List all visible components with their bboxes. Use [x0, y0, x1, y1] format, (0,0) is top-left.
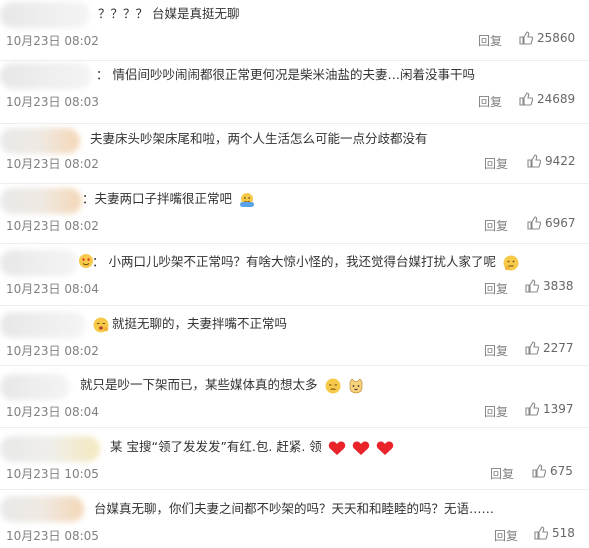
- comment-item: ？？？？ 台媒是真挺无聊 10月23日 08:02 回复 25860: [0, 0, 589, 61]
- reply-button[interactable]: 回复: [490, 465, 514, 482]
- comment-time: 10月23日 08:02: [6, 344, 99, 358]
- comment-text-content: 就只是吵一下架而已，某些媒体真的想太多: [80, 377, 318, 392]
- comment-text-content: 就挺无聊的，夫妻拌嘴不正常吗: [112, 316, 288, 331]
- hug-emoji-icon: [240, 192, 254, 207]
- thumbs-up-icon: [525, 279, 539, 293]
- blurred-username: [0, 312, 86, 338]
- comment-text: 某 宝搜“领了发发发”有红.包. 赶紧. 领: [110, 438, 394, 456]
- comment-list: ？？？？ 台媒是真挺无聊 10月23日 08:02 回复 25860 ： 情侣间…: [0, 0, 589, 548]
- comment-text-content: 某 宝搜“领了发发发”有红.包. 赶紧. 领: [110, 439, 322, 454]
- like-count: 1397: [543, 402, 574, 416]
- reply-button[interactable]: 回复: [484, 342, 508, 359]
- thumbs-up-icon: [525, 341, 539, 355]
- comment-text: ： 小两口儿吵架不正常吗？有啥大惊小怪的，我还觉得台媒打扰人家了呢: [92, 253, 520, 272]
- heart-icon: [376, 441, 393, 455]
- blurred-username: [0, 128, 80, 154]
- comment-time: 10月23日 08:04: [6, 282, 99, 296]
- yawn-emoji-icon: [93, 317, 109, 332]
- comment-time: 10月23日 08:04: [6, 405, 99, 419]
- comment-text: ：夫妻两口子拌嘴很正常吧: [82, 190, 256, 209]
- comment-text-content: ： 小两口儿吵架不正常吗？有啥大惊小怪的，我还觉得台媒打扰人家了呢: [92, 254, 496, 269]
- thumbs-up-icon: [519, 92, 533, 106]
- comment-text: 就只是吵一下架而已，某些媒体真的想太多: [80, 376, 365, 395]
- reply-button[interactable]: 回复: [484, 280, 508, 297]
- thumbs-up-icon: [532, 464, 546, 478]
- like-count: 24689: [537, 92, 576, 106]
- reply-button[interactable]: 回复: [478, 93, 502, 110]
- reply-button[interactable]: 回复: [484, 403, 508, 420]
- thumbs-up-icon: [525, 402, 539, 416]
- comment-item: ： 情侣间吵吵闹闹都很正常更何况是柴米油盐的夫妻…闲着没事干吗 10月23日 0…: [0, 61, 589, 124]
- thumbs-up-icon: [519, 31, 533, 45]
- smirk-emoji-icon: [325, 378, 340, 393]
- like-button[interactable]: 675: [532, 464, 573, 478]
- like-button[interactable]: 9422: [527, 154, 576, 168]
- like-count: 518: [552, 526, 575, 540]
- like-count: 675: [550, 464, 573, 478]
- heart-icon: [352, 441, 369, 455]
- heart-icon: [328, 441, 346, 455]
- like-count: 2277: [543, 341, 574, 355]
- like-count: 9422: [545, 154, 576, 168]
- comment-item: 某 宝搜“领了发发发”有红.包. 赶紧. 领 10月23日 10:05 回复 6…: [0, 428, 589, 490]
- comment-text: 台媒真无聊，你们夫妻之间都不吵架的吗？天天和和睦睦的吗？无语……: [94, 501, 495, 516]
- comment-text: ？？？？ 台媒是真挺无聊: [98, 6, 240, 21]
- comment-time: 10月23日 08:02: [6, 34, 99, 48]
- like-button[interactable]: 1397: [525, 402, 574, 416]
- comment-time: 10月23日 08:05: [6, 529, 99, 543]
- reply-button[interactable]: 回复: [494, 527, 518, 544]
- thumbs-up-icon: [527, 154, 541, 168]
- comment-time: 10月23日 08:02: [6, 157, 99, 171]
- thumbs-up-icon: [534, 526, 548, 540]
- comment-item: 夫妻床头吵架床尾和啦，两个人生活怎么可能一点分歧都没有 10月23日 08:02…: [0, 124, 589, 184]
- blurred-username: [0, 188, 82, 214]
- blurred-username: [0, 2, 90, 28]
- like-button[interactable]: 2277: [525, 341, 574, 355]
- reply-button[interactable]: 回复: [484, 155, 508, 172]
- like-button[interactable]: 25860: [519, 31, 575, 45]
- blurred-username: [0, 250, 78, 276]
- like-count: 3838: [543, 279, 574, 293]
- like-count: 25860: [537, 31, 576, 45]
- comment-item: ： 小两口儿吵架不正常吗？有啥大惊小怪的，我还觉得台媒打扰人家了呢 10月23日…: [0, 244, 589, 306]
- comment-time: 10月23日 08:03: [6, 95, 99, 109]
- blurred-username: [0, 436, 100, 462]
- blurred-username: [0, 496, 84, 522]
- thinking-emoji-icon: [503, 255, 519, 270]
- like-button[interactable]: 6967: [527, 216, 576, 230]
- reply-button[interactable]: 回复: [484, 217, 508, 234]
- comment-item: 就挺无聊的，夫妻拌嘴不正常吗 10月23日 08:02 回复 2277: [0, 306, 589, 366]
- comment-item: 就只是吵一下架而已，某些媒体真的想太多 10月23日 08:04 回复 1397: [0, 366, 589, 428]
- comment-time: 10月23日 08:02: [6, 219, 99, 233]
- blurred-username: [0, 63, 92, 89]
- comment-text: 就挺无聊的，夫妻拌嘴不正常吗: [92, 315, 287, 334]
- comment-time: 10月23日 10:05: [6, 467, 99, 481]
- like-button[interactable]: 518: [534, 526, 575, 540]
- reply-button[interactable]: 回复: [478, 32, 502, 49]
- cat-emoji-icon: [350, 378, 363, 393]
- comment-item: 台媒真无聊，你们夫妻之间都不吵架的吗？天天和和睦睦的吗？无语…… 10月23日 …: [0, 490, 589, 548]
- thumbs-up-icon: [527, 216, 541, 230]
- comment-text-content: ：夫妻两口子拌嘴很正常吧: [82, 191, 233, 206]
- comment-text: 夫妻床头吵架床尾和啦，两个人生活怎么可能一点分歧都没有: [90, 131, 428, 146]
- like-button[interactable]: 24689: [519, 92, 575, 106]
- comment-item: ：夫妻两口子拌嘴很正常吧 10月23日 08:02 回复 6967: [0, 184, 589, 244]
- blurred-username: [0, 374, 70, 400]
- like-count: 6967: [545, 216, 576, 230]
- comment-text: ： 情侣间吵吵闹闹都很正常更何况是柴米油盐的夫妻…闲着没事干吗: [96, 67, 475, 82]
- like-button[interactable]: 3838: [525, 279, 574, 293]
